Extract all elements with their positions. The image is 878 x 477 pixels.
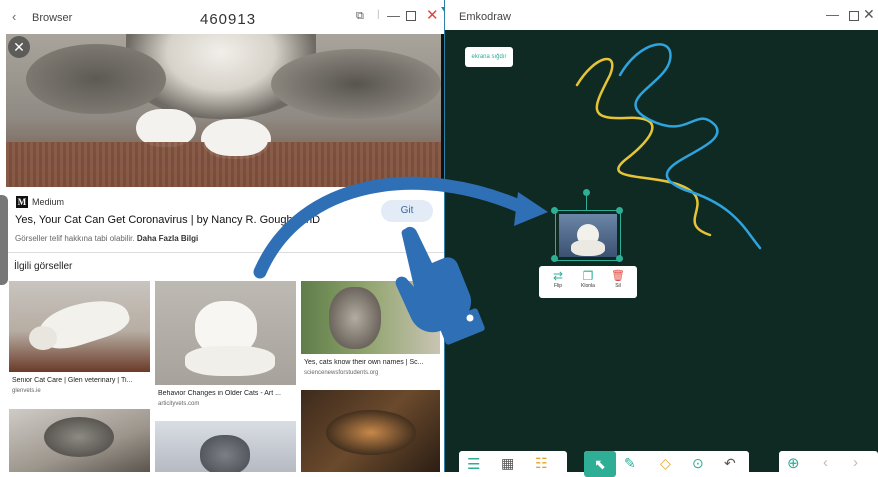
- minimize-icon[interactable]: —: [387, 8, 400, 23]
- emkodraw-window: Emkodraw — ✕ ekrana sığdır ⇄ Flip ❐ Klon…: [445, 0, 878, 477]
- side-handle[interactable]: [0, 195, 8, 285]
- main-cat-image: [6, 34, 444, 187]
- toolbar-group-pages: ⊕ ‹ ›: [779, 451, 878, 477]
- flip-icon: ⇄: [552, 269, 564, 283]
- more-icon[interactable]: ⊙: [692, 455, 704, 472]
- list-icon[interactable]: ☷: [535, 455, 548, 472]
- eraser-icon[interactable]: ◇: [660, 455, 671, 472]
- browser-titlebar: ‹ Browser 460913 ⧉ | — ✕: [0, 0, 444, 34]
- selected-image-frame[interactable]: [555, 210, 621, 261]
- related-image-6[interactable]: [301, 390, 440, 472]
- add-icon[interactable]: ⊕: [787, 454, 800, 472]
- related-image-4[interactable]: [9, 409, 150, 472]
- copyright-text: Görseller telif hakkına tabi olabilir.: [15, 234, 135, 243]
- resize-handle[interactable]: [551, 207, 558, 214]
- trash-icon: 🗑: [611, 270, 625, 282]
- related-image-1[interactable]: [9, 281, 150, 372]
- delete-button[interactable]: 🗑 Sil: [605, 270, 631, 289]
- result-title-link[interactable]: Yes, Your Cat Can Get Coronavirus | by N…: [15, 214, 320, 226]
- toolbar-group-left: ☰ ▦ ☷: [459, 451, 567, 477]
- clone-button[interactable]: ❐ Klonla: [575, 269, 601, 290]
- image-context-menu: ⇄ Flip ❐ Klonla 🗑 Sil: [539, 266, 637, 298]
- image-source: sciencenewsforstudents.org: [304, 370, 379, 376]
- browser-title: Browser: [32, 12, 73, 24]
- cursor-icon[interactable]: ⬉: [584, 451, 616, 477]
- resize-handle[interactable]: [616, 207, 623, 214]
- back-chevron-icon[interactable]: ‹: [12, 9, 16, 24]
- resize-handle[interactable]: [551, 255, 558, 262]
- pen-icon[interactable]: ✎: [624, 455, 636, 472]
- medium-logo-icon: M: [16, 196, 28, 208]
- image-source: glenvets.ie: [12, 388, 41, 394]
- image-caption: Behavior Changes in Older Cats - Art ...: [158, 390, 281, 397]
- related-image-3[interactable]: [301, 281, 440, 354]
- image-caption: Yes, cats know their own names | Sc...: [304, 359, 424, 366]
- delete-label: Sil: [615, 283, 621, 289]
- more-info-link[interactable]: Daha Fazla Bilgi: [137, 234, 198, 243]
- menu-icon[interactable]: ☰: [467, 455, 480, 473]
- undo-icon[interactable]: ↶: [724, 455, 736, 472]
- copy-icon[interactable]: ⧉: [356, 10, 364, 23]
- close-preview-button[interactable]: ✕: [8, 36, 30, 58]
- yellow-stroke: [575, 57, 712, 237]
- grid-icon[interactable]: ▦: [501, 455, 514, 472]
- maximize-icon[interactable]: [406, 11, 416, 21]
- overlay-number: 460913: [200, 11, 257, 28]
- related-heading: İlgili görseller: [14, 261, 73, 272]
- related-image-2[interactable]: [155, 281, 296, 385]
- browser-window: ‹ Browser 460913 ⧉ | — ✕ ✕ M Medium Yes,…: [0, 0, 444, 472]
- rotate-handle[interactable]: [583, 189, 590, 196]
- flip-button[interactable]: ⇄ Flip: [545, 269, 571, 290]
- placed-cat-image[interactable]: [559, 214, 617, 257]
- clone-label: Klonla: [581, 283, 595, 289]
- divider: [8, 252, 444, 253]
- flip-label: Flip: [553, 283, 563, 289]
- image-source: articityvets.com: [158, 401, 200, 407]
- clone-icon: ❐: [582, 269, 594, 283]
- source-name: Medium: [32, 197, 65, 207]
- toolbar-group-draw: ⬉ ✎ ◇ ⊙ ↶: [584, 451, 749, 477]
- related-image-5[interactable]: [155, 421, 296, 472]
- go-button[interactable]: Git: [381, 200, 433, 222]
- drawing-canvas[interactable]: [445, 0, 878, 472]
- copyright-note: Görseller telif hakkına tabi olabilir. D…: [15, 234, 198, 243]
- close-icon[interactable]: ✕: [426, 6, 439, 24]
- image-caption: Senior Cat Care | Glen veterinary | Ti..…: [12, 377, 133, 384]
- chevron-left-icon[interactable]: ‹: [823, 454, 828, 471]
- resize-handle[interactable]: [616, 255, 623, 262]
- divider: |: [377, 9, 380, 20]
- chevron-right-icon[interactable]: ›: [853, 454, 858, 471]
